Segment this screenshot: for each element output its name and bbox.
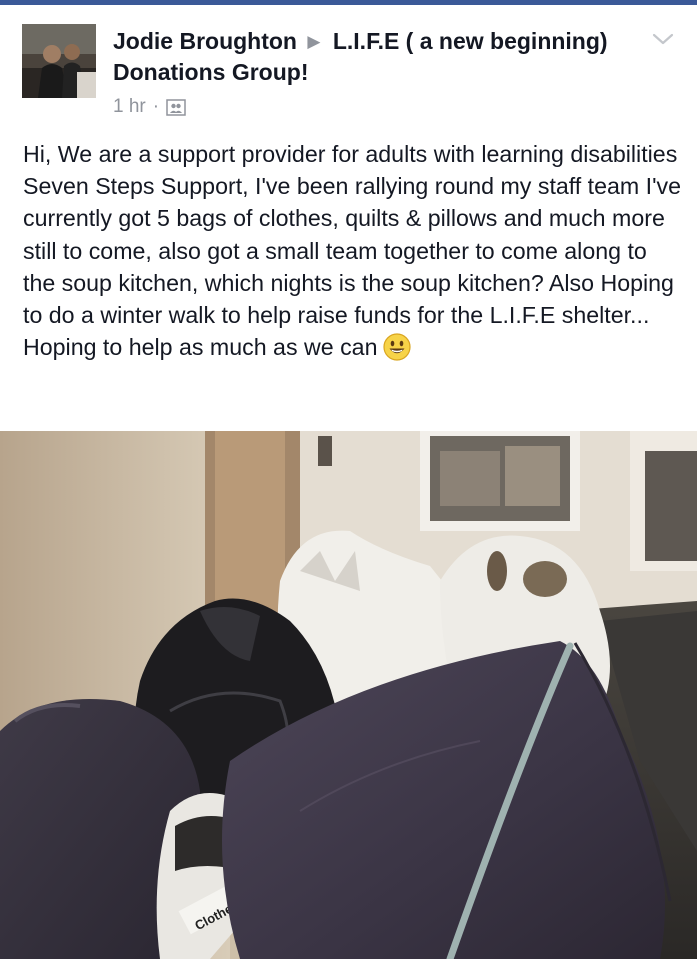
meta-separator: · — [152, 96, 160, 117]
chevron-down-icon[interactable] — [651, 31, 675, 47]
post-timestamp[interactable]: 1 hr — [113, 96, 146, 118]
author-name[interactable]: Jodie Broughton — [113, 28, 297, 54]
post-header: Jodie Broughton ▶ L.I.F.E ( a new beginn… — [113, 26, 633, 88]
post-photo[interactable]: Clothes Aid — [0, 431, 697, 959]
post-body: Hi, We are a support provider for adults… — [23, 138, 683, 363]
shared-to-arrow-icon: ▶ — [307, 32, 321, 51]
post-meta: 1 hr · — [113, 96, 186, 118]
avatar[interactable] — [22, 24, 96, 98]
smiley-emoji-icon — [383, 333, 412, 361]
avatar-photo — [22, 24, 96, 98]
donation-bags-photo: Clothes Aid — [0, 431, 697, 959]
group-members-icon — [166, 98, 186, 116]
top-brand-bar — [0, 0, 697, 5]
post-text: Hi, We are a support provider for adults… — [23, 141, 682, 361]
